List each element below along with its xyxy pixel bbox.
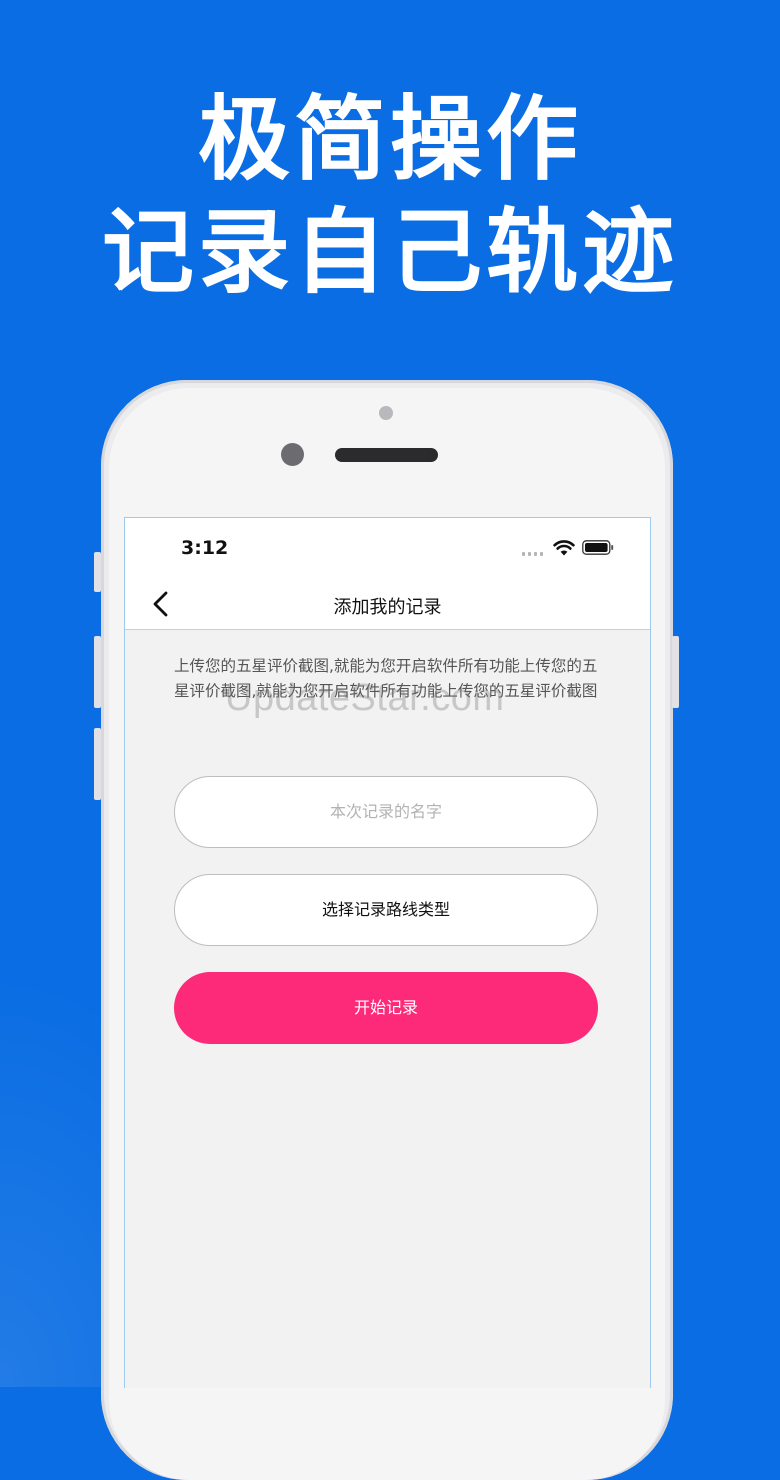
headline-line-1: 极简操作 [197, 86, 582, 193]
wifi-icon [553, 540, 575, 556]
phone-volume-up [94, 636, 101, 708]
navigation-bar: 添加我的记录 [125, 578, 650, 630]
cellular-signal-icon [522, 552, 546, 556]
phone-camera [281, 443, 304, 466]
page-title: 添加我的记录 [333, 597, 442, 618]
start-record-button[interactable]: 开始记录 [174, 972, 598, 1044]
watermark: UpdateStar.com [225, 677, 505, 719]
phone-volume-down [94, 728, 101, 800]
status-time: 3:12 [181, 537, 229, 559]
battery-icon [582, 540, 614, 555]
phone-power-button [672, 636, 679, 708]
status-bar: 3:12 [125, 518, 650, 578]
app-screen: 3:12 添加我的记录 上传您的五星评价截图,就能为您开启软件所有功能上传您的五… [124, 517, 651, 1388]
route-type-select-button[interactable]: 选择记录路线类型 [174, 874, 598, 946]
phone-speaker [335, 448, 438, 462]
record-name-input[interactable]: 本次记录的名字 [174, 776, 598, 848]
headline-line-2: 记录自己轨迹 [101, 199, 678, 306]
phone-sensor [379, 406, 393, 420]
phone-mute-switch [94, 552, 101, 592]
